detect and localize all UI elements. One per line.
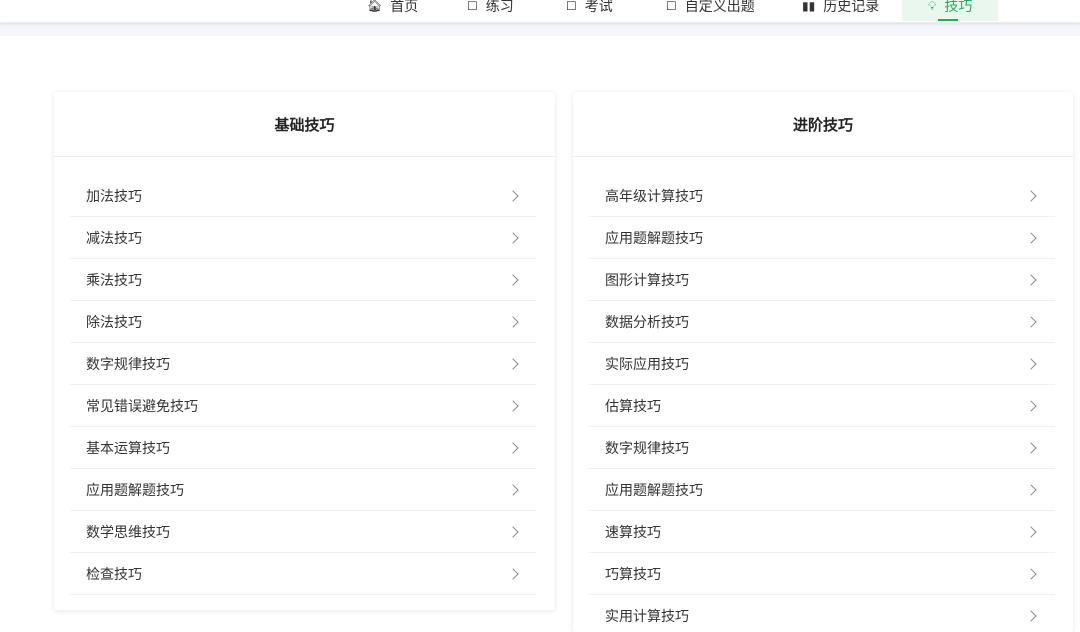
list-item-label: 实用计算技巧 bbox=[605, 608, 689, 625]
list-item-label: 减法技巧 bbox=[86, 230, 142, 247]
chevron-right-icon bbox=[1025, 273, 1037, 286]
edit-icon: ☐ bbox=[467, 0, 478, 13]
nav-exam-label: 考试 bbox=[584, 0, 613, 15]
list-item[interactable]: 数字规律技巧 bbox=[70, 343, 537, 385]
list-item[interactable]: 检查技巧 bbox=[70, 553, 537, 595]
nav-history-label: 历史记录 bbox=[823, 0, 880, 15]
list-item-label: 图形计算技巧 bbox=[605, 272, 689, 289]
nav-tips-label: 技巧 bbox=[944, 0, 973, 15]
nav-exam[interactable]: ☐ 考试 bbox=[566, 0, 613, 21]
bar-chart-icon: ▮▮ bbox=[802, 0, 816, 13]
exam-icon: ☐ bbox=[566, 0, 577, 13]
top-navigation-bar: 🏠︎ 首页 ☐ 练习 ☐ 考试 ☐ 自定义出题 ▮▮ 历史记录 💡︎ 技巧 bbox=[0, 0, 1080, 23]
list-item-label: 数学思维技巧 bbox=[86, 524, 170, 541]
chevron-right-icon bbox=[507, 525, 519, 538]
list-item-label: 常见错误避免技巧 bbox=[86, 398, 198, 415]
basic-tips-list: 加法技巧减法技巧乘法技巧除法技巧数字规律技巧常见错误避免技巧 基本运算技巧 应用题解… bbox=[54, 175, 555, 595]
chevron-right-icon bbox=[1025, 315, 1037, 328]
chevron-right-icon bbox=[1025, 189, 1037, 202]
active-tab-indicator bbox=[938, 19, 958, 21]
nav-custom[interactable]: ☐ 自定义出题 bbox=[666, 0, 755, 21]
subheader-strip bbox=[0, 23, 1080, 36]
list-item[interactable]: 估算技巧 bbox=[589, 385, 1055, 427]
basic-tips-title: 基础技巧 bbox=[54, 92, 555, 157]
chevron-right-icon bbox=[507, 567, 519, 580]
chevron-right-icon bbox=[1025, 441, 1037, 454]
nav-practice-label: 练习 bbox=[485, 0, 514, 15]
list-item[interactable]: 数字规律技巧 bbox=[589, 427, 1055, 469]
list-item-label: 除法技巧 bbox=[86, 314, 142, 331]
custom-icon: ☐ bbox=[666, 0, 677, 13]
list-item[interactable]: 速算技巧 bbox=[589, 511, 1055, 553]
list-item-label: 乘法技巧 bbox=[86, 272, 142, 289]
nav-home-label: 首页 bbox=[390, 0, 419, 15]
chevron-right-icon bbox=[507, 231, 519, 244]
list-item-label: 实际应用技巧 bbox=[605, 356, 689, 373]
nav-history[interactable]: ▮▮ 历史记录 bbox=[802, 0, 879, 21]
advanced-tips-title: 进阶技巧 bbox=[573, 92, 1073, 157]
chevron-right-icon bbox=[507, 483, 519, 496]
chevron-right-icon bbox=[507, 273, 519, 286]
list-item-label: 数据分析技巧 bbox=[605, 314, 689, 331]
list-item-label: 应用题解题技巧 bbox=[86, 482, 184, 499]
list-item[interactable]: 应用题解题技巧 bbox=[589, 469, 1055, 511]
list-item[interactable]: 除法技巧 bbox=[70, 301, 537, 343]
list-item-label: 高年级计算技巧 bbox=[605, 188, 703, 205]
list-item[interactable]: 实用计算技巧 bbox=[589, 595, 1055, 632]
list-item[interactable]: 基本运算技巧 bbox=[70, 427, 537, 469]
list-item-label: 基本运算技巧 bbox=[86, 440, 170, 457]
list-item[interactable]: 高年级计算技巧 bbox=[589, 175, 1055, 217]
list-item[interactable]: 应用题解题技巧 bbox=[70, 469, 537, 511]
list-item[interactable]: 常见错误避免技巧 bbox=[70, 385, 537, 427]
list-item[interactable]: 数学思维技巧 bbox=[70, 511, 537, 553]
advanced-tips-card: 进阶技巧 高年级计算技巧 应用题解题技巧 图形计算技巧 数据分析技巧 实际应用技巧 估算技… bbox=[573, 92, 1073, 632]
chevron-right-icon bbox=[1025, 525, 1037, 538]
list-item[interactable]: 巧算技巧 bbox=[589, 553, 1055, 595]
list-item-label: 应用题解题技巧 bbox=[605, 230, 703, 247]
list-item-label: 应用题解题技巧 bbox=[605, 482, 703, 499]
chevron-right-icon bbox=[1025, 483, 1037, 496]
list-item-label: 估算技巧 bbox=[605, 398, 661, 415]
list-item-label: 巧算技巧 bbox=[605, 566, 661, 583]
list-item-label: 数字规律技巧 bbox=[605, 440, 689, 457]
list-item[interactable]: 加法技巧 bbox=[70, 175, 537, 217]
basic-tips-card: 基础技巧 加法技巧减法技巧乘法技巧除法技巧数字规律技巧常见错误避免技巧 基本运算技… bbox=[54, 92, 555, 610]
list-item-label: 检查技巧 bbox=[86, 566, 142, 583]
list-item[interactable]: 乘法技巧 bbox=[70, 259, 537, 301]
chevron-right-icon bbox=[507, 189, 519, 202]
list-item[interactable]: 数据分析技巧 bbox=[589, 301, 1055, 343]
chevron-right-icon bbox=[1025, 609, 1037, 622]
list-item-label: 加法技巧 bbox=[86, 188, 142, 205]
list-item[interactable]: 应用题解题技巧 bbox=[589, 217, 1055, 259]
chevron-right-icon bbox=[507, 357, 519, 370]
chevron-right-icon bbox=[1025, 567, 1037, 580]
lightbulb-icon: 💡︎ bbox=[928, 0, 937, 13]
chevron-right-icon bbox=[1025, 231, 1037, 244]
nav-custom-label: 自定义出题 bbox=[684, 0, 755, 15]
list-item[interactable]: 实际应用技巧 bbox=[589, 343, 1055, 385]
nav-home[interactable]: 🏠︎ 首页 bbox=[367, 0, 418, 21]
list-item-label: 数字规律技巧 bbox=[86, 356, 170, 373]
list-item-label: 速算技巧 bbox=[605, 524, 661, 541]
nav-tips[interactable]: 💡︎ 技巧 bbox=[902, 0, 999, 21]
list-item[interactable]: 图形计算技巧 bbox=[589, 259, 1055, 301]
nav-practice[interactable]: ☐ 练习 bbox=[467, 0, 514, 21]
chevron-right-icon bbox=[1025, 357, 1037, 370]
chevron-right-icon bbox=[507, 441, 519, 454]
home-icon: 🏠︎ bbox=[367, 0, 383, 13]
chevron-right-icon bbox=[507, 315, 519, 328]
chevron-right-icon bbox=[1025, 399, 1037, 412]
advanced-tips-list: 高年级计算技巧 应用题解题技巧 图形计算技巧 数据分析技巧 实际应用技巧 估算技巧数字规律… bbox=[573, 175, 1073, 632]
chevron-right-icon bbox=[507, 399, 519, 412]
list-item[interactable]: 减法技巧 bbox=[70, 217, 537, 259]
